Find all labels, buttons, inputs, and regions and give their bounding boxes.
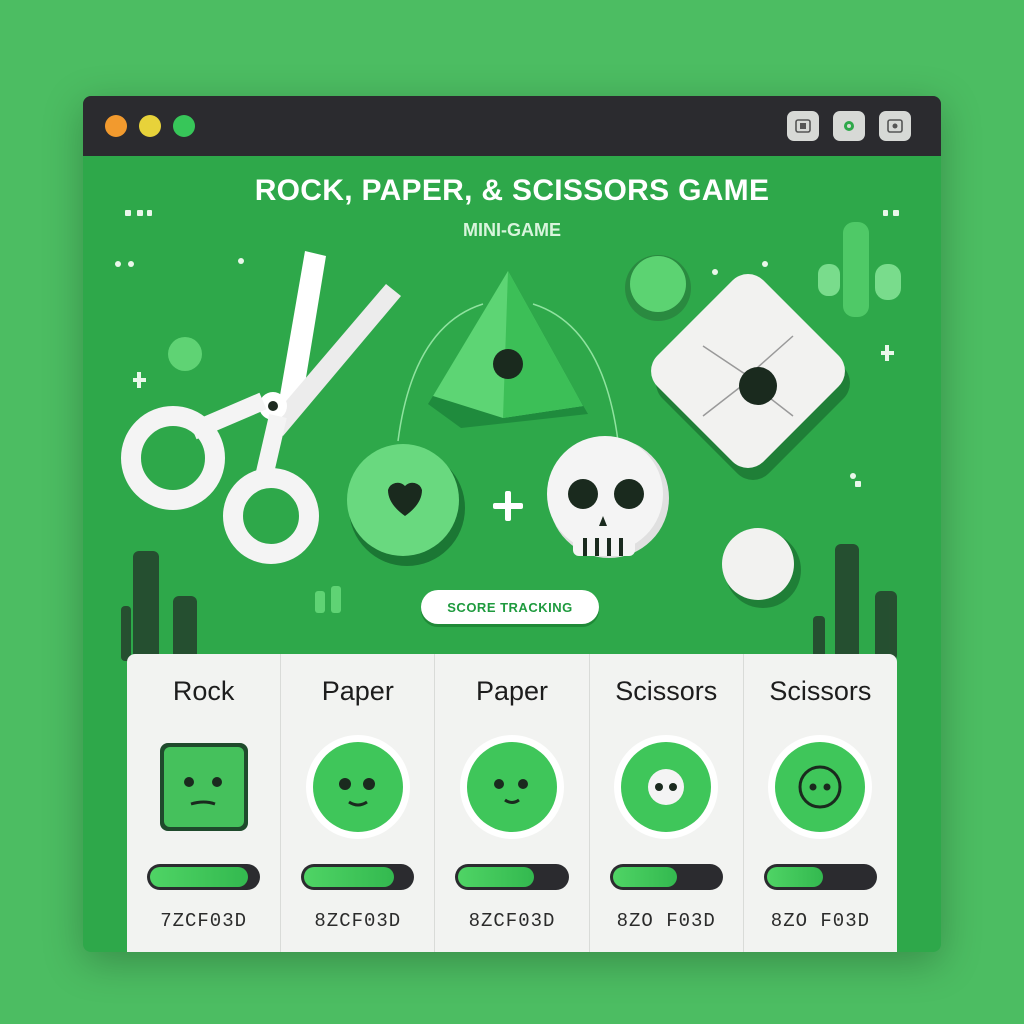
card-label: Rock bbox=[172, 676, 235, 706]
card-label: Paper bbox=[321, 676, 394, 706]
floating-orb-icon bbox=[168, 337, 202, 371]
choice-card-scissors[interactable]: Scissors 8ZO F03D bbox=[743, 654, 898, 952]
paper-face-icon bbox=[305, 735, 410, 839]
card-progress-bar bbox=[147, 864, 261, 890]
card-code: 8ZCF03D bbox=[314, 910, 402, 932]
scissors-face-icon bbox=[614, 735, 719, 839]
white-ball-icon bbox=[722, 528, 794, 600]
floating-gem-icon bbox=[630, 256, 686, 312]
card-progress-bar bbox=[763, 864, 878, 890]
card-code: 8ZO F03D bbox=[616, 910, 716, 932]
choice-cards: Rock 7ZCF03D Paper 8ZCF03D Paper 8ZCF03D… bbox=[127, 654, 898, 952]
choice-card-rock[interactable]: Rock 7ZCF03D bbox=[127, 654, 282, 952]
plus-icon bbox=[493, 491, 523, 521]
card-label: Scissors bbox=[769, 676, 872, 706]
card-progress-bar bbox=[455, 864, 569, 890]
paper-face-icon bbox=[460, 735, 564, 839]
card-code: 8ZO F03D bbox=[770, 910, 871, 932]
card-code: 7ZCF03D bbox=[160, 910, 248, 932]
score-tracking-button[interactable]: SCORE TRACKING bbox=[421, 590, 599, 624]
rock-face-icon bbox=[159, 743, 248, 831]
choice-card-paper[interactable]: Paper 8ZCF03D bbox=[435, 654, 590, 952]
cactus-decor-icon bbox=[818, 222, 901, 317]
card-progress-bar bbox=[609, 864, 723, 890]
choice-card-scissors[interactable]: Scissors 8ZO F03D bbox=[589, 654, 744, 952]
heart-orb-icon bbox=[347, 444, 465, 566]
card-label: Paper bbox=[475, 676, 549, 706]
card-code: 8ZCF03D bbox=[468, 910, 556, 932]
card-label: Scissors bbox=[615, 676, 718, 706]
game-window: ROCK, PAPER, & SCISSORS GAME MINI-GAME S… bbox=[83, 96, 941, 952]
rock-triangle-icon bbox=[397, 271, 619, 442]
skull-icon bbox=[547, 436, 669, 558]
scissors-face-icon bbox=[768, 735, 873, 839]
choice-card-paper[interactable]: Paper 8ZCF03D bbox=[281, 654, 436, 952]
card-progress-bar bbox=[301, 864, 415, 890]
